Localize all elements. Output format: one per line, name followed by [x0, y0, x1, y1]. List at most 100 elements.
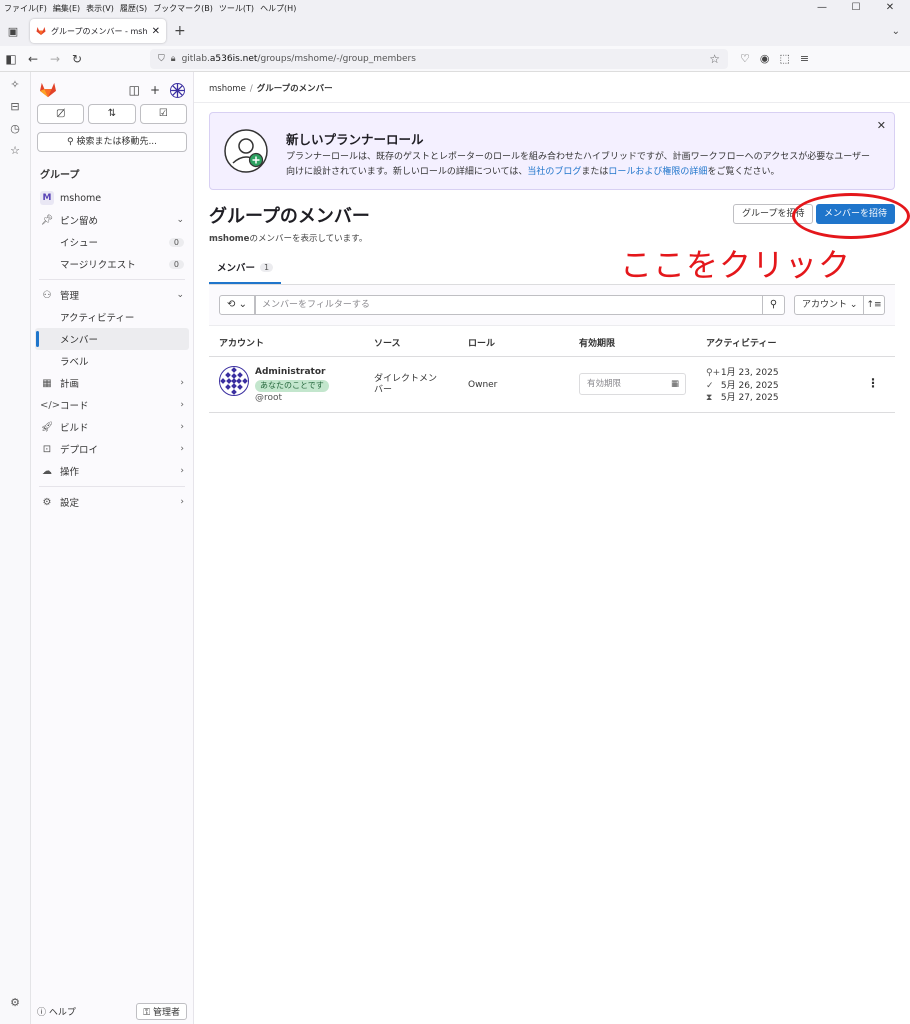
- user-avatar[interactable]: [219, 366, 249, 396]
- filter-members-input[interactable]: メンバーをフィルターする: [255, 295, 763, 315]
- bookmarks-icon[interactable]: ☆: [10, 144, 20, 166]
- tab-close-icon[interactable]: ✕: [152, 26, 160, 37]
- calendar-icon: ▦: [670, 379, 679, 389]
- account-icon[interactable]: ◉: [760, 52, 770, 65]
- menu-edit[interactable]: 編集(E): [53, 3, 80, 14]
- tab-list-icon[interactable]: ▣: [0, 25, 26, 38]
- sidebar-item-build[interactable]: 🚀︎ ビルド ›: [31, 416, 193, 438]
- create-new-icon[interactable]: +: [150, 83, 160, 97]
- menu-bookmarks[interactable]: ブックマーク(B): [153, 3, 213, 14]
- gitlab-logo-icon[interactable]: [39, 82, 57, 98]
- window-controls: — ☐ ✕: [808, 0, 910, 16]
- url-bar[interactable]: ⛉ 🔒︎ gitlab. a536is.net/groups/mshome/-/g…: [150, 48, 728, 69]
- url-prefix: gitlab.: [181, 53, 210, 64]
- user-plus-icon: ⚲+: [706, 368, 721, 378]
- sidebar-item-settings[interactable]: ⚙ 設定 ›: [31, 491, 193, 513]
- code-icon: </>: [40, 399, 61, 411]
- sidebar-toggle-icon[interactable]: ◧: [0, 52, 22, 66]
- admin-button[interactable]: ⚿ 管理者: [136, 1003, 187, 1020]
- forward-icon[interactable]: →: [44, 52, 66, 66]
- sort-dropdown[interactable]: アカウント ⌄: [794, 295, 864, 315]
- sidebar-item-issues[interactable]: イシュー 0: [31, 231, 193, 253]
- sidebar-item-code[interactable]: </> コード ›: [31, 394, 193, 416]
- banner-body: プランナーロールは、既存のゲストとレポーターのロールを組み合わせたハイブリッドで…: [286, 150, 876, 180]
- blog-link[interactable]: 当社のブログ: [527, 167, 581, 177]
- sort-direction-button[interactable]: ↑≡: [864, 295, 885, 315]
- menu-view[interactable]: 表示(V): [86, 3, 114, 14]
- hourglass-icon: ⧗: [706, 393, 713, 403]
- user-avatar-icon[interactable]: [170, 82, 185, 98]
- synced-tabs-icon[interactable]: ⊟: [10, 100, 19, 122]
- sort-label: アカウント: [802, 300, 848, 310]
- search-submit-button[interactable]: ⚲: [763, 295, 785, 315]
- menu-history[interactable]: 履歴(S): [120, 3, 147, 14]
- issues-count-badge: 0: [168, 237, 184, 247]
- chevron-right-icon: ›: [180, 466, 184, 476]
- collapse-sidebar-icon[interactable]: ◫: [129, 83, 140, 97]
- sidebar-item-plan[interactable]: ▦ 計画 ›: [31, 372, 193, 394]
- history-icon[interactable]: ◷: [10, 122, 20, 144]
- roles-docs-link[interactable]: ロールおよび権限の詳細: [608, 167, 707, 177]
- expiry-date-input[interactable]: 有効期限 ▦: [579, 373, 686, 395]
- lock-icon[interactable]: 🔒︎: [171, 54, 176, 64]
- customize-gear-icon[interactable]: ⚙: [10, 996, 20, 1018]
- chevron-down-icon: ⌄: [176, 290, 184, 300]
- help-button[interactable]: ⓘ ヘルプ: [37, 1005, 76, 1018]
- tab-overflow-chevron-icon[interactable]: ⌄: [892, 26, 900, 37]
- activity-last-activity: ⧗ 5月 27, 2025: [706, 392, 779, 405]
- table-row: Administrator あなたのことです @root ダイレクトメンバー O…: [209, 358, 895, 413]
- minimize-icon[interactable]: —: [808, 0, 836, 16]
- activity-label: アクティビティー: [60, 313, 135, 324]
- todo-button[interactable]: ☑: [139, 104, 187, 124]
- history-icon: ⟲: [227, 299, 236, 310]
- search-button[interactable]: ⚲ 検索または移動先...: [37, 132, 187, 152]
- extensions-icon[interactable]: ⬚: [779, 52, 789, 65]
- chevron-right-icon: ›: [180, 497, 184, 507]
- url-host: a536is.net: [209, 53, 258, 64]
- sidebar-item-merge-requests[interactable]: マージリクエスト 0: [31, 253, 193, 275]
- browser-tab-active[interactable]: グループのメンバー - mshome · GitL ✕: [30, 19, 166, 43]
- build-label: ビルド: [60, 423, 89, 434]
- menu-tools[interactable]: ツール(T): [219, 3, 254, 14]
- more-actions-kebab-icon[interactable]: ⋮: [867, 376, 879, 390]
- close-icon[interactable]: ✕: [877, 119, 886, 132]
- sidebar-item-members[interactable]: メンバー: [35, 328, 189, 350]
- tab-members[interactable]: メンバー 1: [209, 260, 282, 284]
- menu-hamburger-icon[interactable]: ≡: [800, 52, 809, 65]
- sort-direction-icon: ↑≡: [866, 300, 882, 310]
- sidebar-item-operate[interactable]: ☁ 操作 ›: [31, 460, 193, 482]
- shield-icon[interactable]: ⛉: [158, 54, 165, 64]
- member-activity: ⚲+ 1月 23, 2025 ✓ 5月 26, 2025 ⧗ 5月 27, 20…: [706, 367, 779, 405]
- breadcrumb-current[interactable]: グループのメンバー: [257, 84, 333, 94]
- close-window-icon[interactable]: ✕: [876, 0, 904, 16]
- ai-sparkle-icon[interactable]: ✧: [10, 78, 19, 100]
- pin-icon: 📌︎: [40, 214, 54, 226]
- pocket-icon[interactable]: ♡: [740, 52, 750, 65]
- sidebar-item-activity[interactable]: アクティビティー: [31, 306, 193, 328]
- breadcrumb-group[interactable]: mshome: [209, 84, 246, 94]
- bookmark-star-icon[interactable]: ☆: [709, 52, 720, 66]
- merge-requests-button[interactable]: ⇅: [88, 104, 136, 124]
- member-source: ダイレクトメンバー: [374, 374, 438, 395]
- sidebar-item-labels[interactable]: ラベル: [31, 350, 193, 372]
- back-icon[interactable]: ←: [22, 52, 44, 66]
- maximize-icon[interactable]: ☐: [842, 0, 870, 16]
- assigned-issues-button[interactable]: ▢̸: [37, 104, 85, 124]
- user-name[interactable]: Administrator: [255, 367, 325, 377]
- menu-file[interactable]: ファイル(F): [4, 3, 47, 14]
- reload-icon[interactable]: ↻: [66, 52, 88, 66]
- chevron-right-icon: ›: [180, 444, 184, 454]
- new-tab-icon[interactable]: +: [174, 23, 186, 39]
- sidebar-item-deploy[interactable]: ⊡ デプロイ ›: [31, 438, 193, 460]
- quick-actions: ▢̸ ⇅ ☑: [31, 100, 193, 128]
- sidebar-footer: ⓘ ヘルプ ⚿ 管理者: [37, 1003, 187, 1020]
- sidebar-item-pinned[interactable]: 📌︎ ピン留め ⌄: [31, 209, 193, 231]
- firefox-sidebar: ✧ ⊟ ◷ ☆ ⚙: [0, 72, 31, 1024]
- breadcrumb-separator: /: [249, 84, 253, 94]
- sidebar-item-manage[interactable]: ⚇ 管理 ⌄: [31, 284, 193, 306]
- menu-help[interactable]: ヘルプ(H): [260, 3, 296, 14]
- recent-searches-button[interactable]: ⟲ ⌄: [219, 295, 255, 315]
- sidebar-item-group[interactable]: M mshome: [31, 187, 193, 209]
- subtitle-group: mshome: [209, 234, 250, 244]
- browser-menubar: ファイル(F) 編集(E) 表示(V) 履歴(S) ブックマーク(B) ツール(…: [0, 0, 910, 16]
